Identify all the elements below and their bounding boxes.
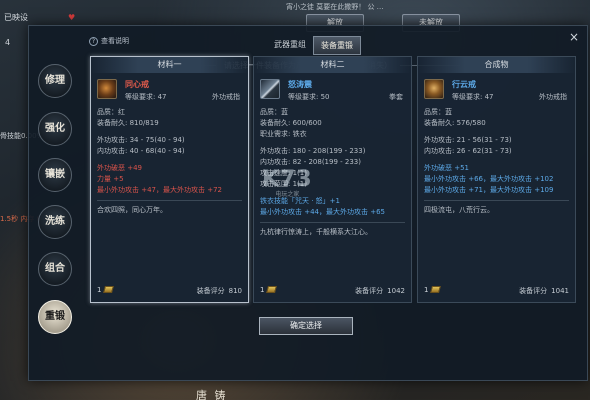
gold-ingot-icon (430, 286, 441, 293)
equip-score: 装备评分 1042 (355, 287, 405, 295)
divider (424, 200, 569, 201)
item-flavor-text: 九杭律行惊涛上，千般横系大江心。 (260, 228, 372, 236)
bonus-line: 最小外功攻击 +66，最大外功攻击 +102 (424, 175, 554, 183)
site-watermark: K73 电玩之家 (262, 167, 313, 198)
class-req: 职业需求: 铁衣 (260, 130, 307, 138)
item-count: 1 (260, 286, 265, 294)
menu-repair[interactable]: 修理 (38, 64, 72, 98)
gold-ingot-icon (266, 286, 277, 293)
tab-bar: 武器重组 装备重锻 (267, 36, 361, 55)
bottom-title: 唐 铸 (196, 389, 228, 400)
tab-equipment-reforge[interactable]: 装备重锻 (313, 36, 361, 55)
card-title: 材料一 (91, 57, 248, 73)
item-flavor-text: 四极流屯，八荒行云。 (424, 206, 494, 214)
item-name: 行云戒 (452, 80, 476, 89)
durability: 装备耐久: 600/600 (260, 119, 322, 127)
attr-line: 外功攻击: 34 - 75(40 - 94) (97, 136, 185, 144)
item-type: 外功戒指 (539, 93, 567, 101)
level-indicator: 4 (5, 38, 11, 47)
material-card-1[interactable]: 材料一 同心戒 等级要求: 47 外功戒指 品质：红 装备耐久: 810/819… (90, 56, 249, 303)
help-link[interactable]: ? 查看说明 (89, 36, 129, 46)
bonus-line: 外功破恶 +51 (424, 164, 469, 172)
bonus-line: 最小外功攻击 +44，最大外功攻击 +65 (260, 208, 385, 216)
heart-icon: ♥ (68, 13, 76, 22)
item-count: 1 (97, 286, 102, 294)
attr-line: 内功攻击: 40 - 68(40 - 94) (97, 147, 185, 155)
tab-weapon-recombine[interactable]: 武器重组 (267, 36, 313, 55)
bonus-line: 力量 +5 (97, 175, 124, 183)
equip-score: 装备评分 810 (196, 287, 242, 295)
item-type: 拳套 (389, 93, 403, 101)
equip-score: 装备评分 1041 (519, 287, 569, 295)
question-icon: ? (89, 37, 98, 46)
item-type: 外功戒指 (212, 93, 240, 101)
menu-inlay[interactable]: 镶嵌 (38, 158, 72, 192)
gold-ingot-icon (103, 286, 114, 293)
npc-dialog-text: 宵小之徒 莫要在此撒野！ 公 … (286, 3, 384, 11)
divider (97, 200, 242, 201)
result-card[interactable]: 合成物 行云戒 等级要求: 47 外功戒指 品质：蓝 装备耐久: 576/580… (417, 56, 576, 303)
close-icon[interactable]: × (569, 30, 579, 44)
attr-line: 内功攻击: 26 - 62(31 - 73) (424, 147, 512, 155)
menu-combine[interactable]: 组合 (38, 252, 72, 286)
item-name: 怒涛震 (288, 80, 312, 89)
durability: 装备耐久: 810/819 (97, 119, 159, 127)
card-title: 材料二 (254, 57, 411, 73)
bonus-line: 最小外功攻击 +47，最大外功攻击 +72 (97, 186, 222, 194)
item-level-req: 等级要求: 47 (452, 93, 494, 101)
ring-icon (97, 79, 117, 99)
quality: 品质：蓝 (424, 108, 452, 116)
quality: 品质：蓝 (260, 108, 288, 116)
quality: 品质：红 (97, 108, 125, 116)
item-flavor-text: 合欢四照，同心万年。 (97, 206, 167, 214)
attr-line: 外功攻击: 21 - 56(31 - 73) (424, 136, 512, 144)
item-count: 1 (424, 286, 429, 294)
ring-icon (424, 79, 444, 99)
menu-enhance[interactable]: 强化 (38, 112, 72, 146)
item-name: 同心戒 (125, 80, 149, 89)
item-level-req: 等级要求: 50 (288, 93, 330, 101)
menu-reforge[interactable]: 重锻 (38, 300, 72, 334)
durability: 装备耐久: 576/580 (424, 119, 486, 127)
card-title: 合成物 (418, 57, 575, 73)
confirm-select-button[interactable]: 确定选择 (259, 317, 353, 335)
divider (260, 222, 405, 223)
attr-line: 外功攻击: 180 - 208(199 - 233) (260, 147, 366, 155)
menu-refine[interactable]: 洗练 (38, 205, 72, 239)
status-text: 已映设 ♥ (4, 13, 76, 22)
bonus-line: 外功破恶 +49 (97, 164, 142, 172)
bonus-line: 最小外功攻击 +71，最大外功攻击 +109 (424, 186, 554, 194)
item-level-req: 等级要求: 47 (125, 93, 167, 101)
gauntlet-icon (260, 79, 280, 99)
